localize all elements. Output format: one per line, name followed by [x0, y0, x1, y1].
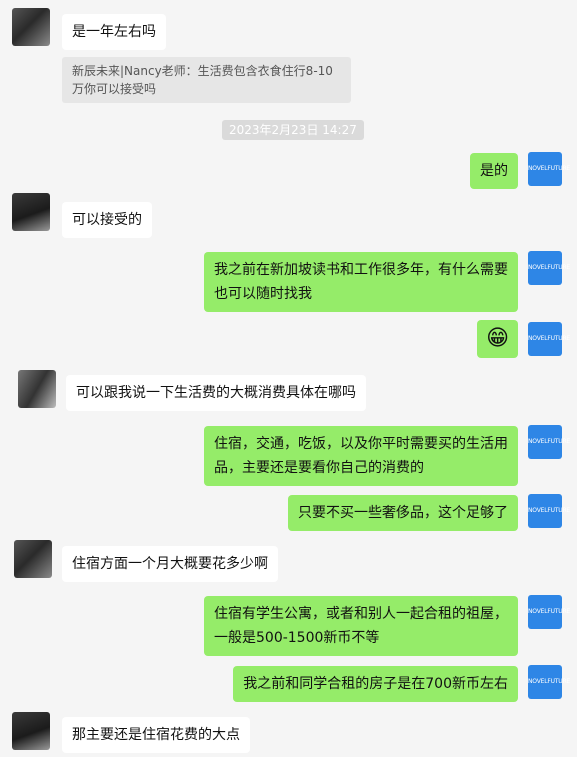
received-message[interactable]: 住宿方面一个月大概要花多少啊 [62, 546, 278, 582]
contact-avatar[interactable] [12, 8, 50, 46]
received-message[interactable]: 可以跟我说一下生活费的大概消费具体在哪吗 [66, 375, 366, 411]
contact-avatar[interactable] [18, 370, 56, 408]
timestamp: 2023年2月23日 14:27 [222, 120, 364, 140]
my-avatar[interactable]: NOVELFUTURE [528, 595, 570, 629]
contact-avatar[interactable] [12, 712, 50, 750]
sent-message[interactable]: 我之前和同学合租的房子是在700新币左右 [233, 666, 518, 702]
sent-emoji-message[interactable]: 😁 [477, 320, 518, 358]
contact-avatar[interactable] [12, 193, 50, 231]
sent-message[interactable]: 我之前在新加坡读书和工作很多年，有什么需要也可以随时找我 [204, 252, 518, 312]
my-avatar[interactable]: NOVELFUTURE [528, 665, 570, 699]
sent-message[interactable]: 住宿有学生公寓，或者和别人一起合租的祖屋，一般是500-1500新币不等 [204, 596, 518, 656]
my-avatar[interactable]: NOVELFUTURE [528, 322, 570, 356]
sent-message[interactable]: 只要不买一些奢侈品，这个足够了 [288, 495, 518, 531]
quoted-message[interactable]: 新辰未来|Nancy老师：生活费包含衣食住行8-10万你可以接受吗 [62, 57, 351, 103]
my-avatar[interactable]: NOVELFUTURE [528, 251, 570, 285]
sent-message[interactable]: 是的 [470, 153, 518, 189]
contact-avatar[interactable] [14, 540, 52, 578]
sent-message[interactable]: 住宿，交通，吃饭，以及你平时需要买的生活用品，主要还是要看你自己的消费的 [204, 426, 518, 486]
received-message[interactable]: 可以接受的 [62, 202, 152, 238]
my-avatar[interactable]: NOVELFUTURE [528, 494, 570, 528]
received-message[interactable]: 是一年左右吗 [62, 14, 166, 50]
received-message[interactable]: 那主要还是住宿花费的大点 [62, 717, 250, 753]
my-avatar[interactable]: NOVELFUTURE [528, 152, 570, 186]
my-avatar[interactable]: NOVELFUTURE [528, 425, 570, 459]
